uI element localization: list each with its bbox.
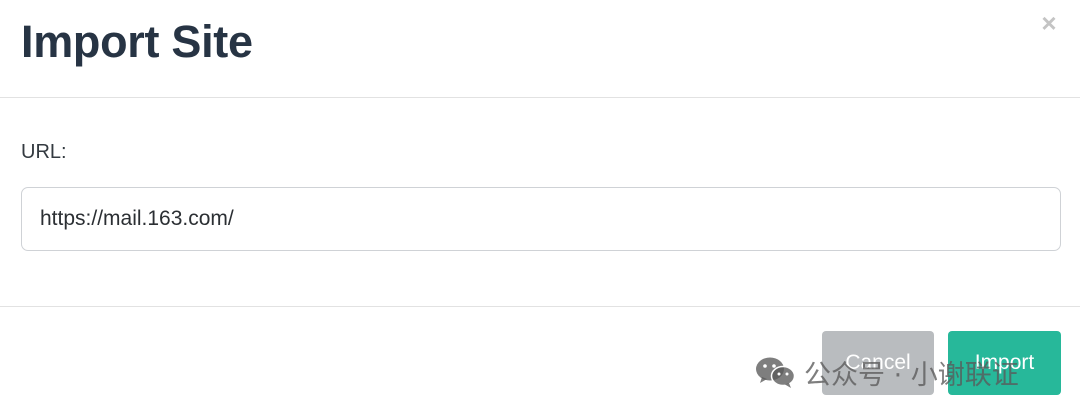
url-label: URL: [21, 141, 67, 163]
dialog-footer: Cancel Import [0, 308, 1080, 416]
dialog-header: Import Site × [0, 0, 1080, 98]
close-icon[interactable]: × [1036, 10, 1062, 36]
url-input[interactable] [21, 187, 1061, 251]
import-site-dialog: Import Site × URL: Cancel Import 公众号 · 小… [0, 0, 1080, 416]
dialog-title: Import Site [21, 16, 253, 67]
cancel-button[interactable]: Cancel [822, 331, 934, 395]
dialog-body: URL: [0, 99, 1080, 307]
import-button[interactable]: Import [948, 331, 1061, 395]
